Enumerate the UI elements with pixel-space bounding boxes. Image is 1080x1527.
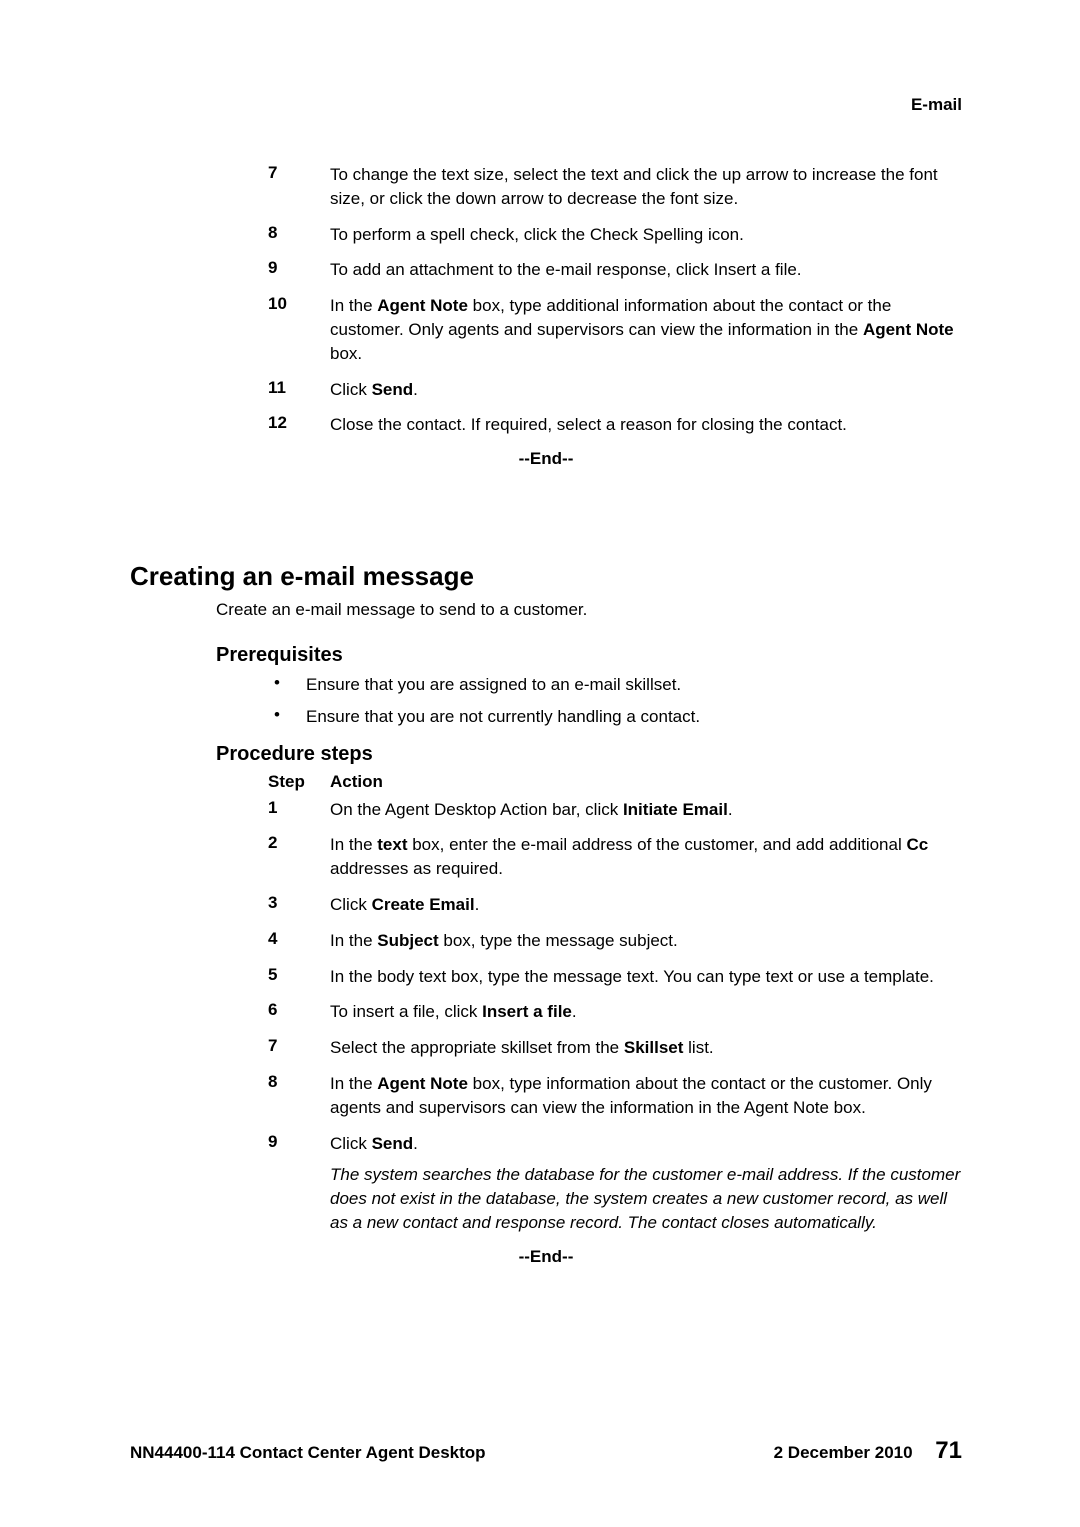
step-row: 6 To insert a file, click Insert a file. xyxy=(268,1000,962,1024)
step-text: To perform a spell check, click the Chec… xyxy=(330,223,744,247)
step-text: Click Create Email. xyxy=(330,893,479,917)
step-text: In the Agent Note box, type additional i… xyxy=(330,294,962,365)
continued-steps-list: 7 To change the text size, select the te… xyxy=(130,163,962,437)
step-number: 2 xyxy=(268,833,330,881)
step-number: 8 xyxy=(268,223,330,247)
step-number: 1 xyxy=(268,798,330,822)
step-text: In the Agent Note box, type information … xyxy=(330,1072,962,1120)
step-text: Click Send.The system searches the datab… xyxy=(330,1132,962,1235)
step-row: 9 To add an attachment to the e-mail res… xyxy=(268,258,962,282)
step-number: 9 xyxy=(268,258,330,282)
step-row: 2 In the text box, enter the e-mail addr… xyxy=(268,833,962,881)
step-text: In the text box, enter the e-mail addres… xyxy=(330,833,962,881)
procedure-heading: Procedure steps xyxy=(216,743,962,766)
step-row: 3 Click Create Email. xyxy=(268,893,962,917)
section-heading: Creating an e-mail message xyxy=(130,561,962,592)
step-number: 10 xyxy=(268,294,330,365)
step-row: 12 Close the contact. If required, selec… xyxy=(268,413,962,437)
page-footer: NN44400-114 Contact Center Agent Desktop… xyxy=(130,1437,962,1465)
end-marker: --End-- xyxy=(130,1247,962,1267)
step-row: 7 Select the appropriate skillset from t… xyxy=(268,1036,962,1060)
list-item: • Ensure that you are not currently hand… xyxy=(268,705,962,729)
prerequisites-heading: Prerequisites xyxy=(216,644,962,667)
list-item: • Ensure that you are assigned to an e-m… xyxy=(268,673,962,697)
footer-doc-title: NN44400-114 Contact Center Agent Desktop xyxy=(130,1443,486,1463)
step-number: 7 xyxy=(268,1036,330,1060)
step-text: On the Agent Desktop Action bar, click I… xyxy=(330,798,733,822)
bullet-icon: • xyxy=(268,673,306,697)
step-text: Close the contact. If required, select a… xyxy=(330,413,847,437)
step-number: 6 xyxy=(268,1000,330,1024)
step-row: 8 To perform a spell check, click the Ch… xyxy=(268,223,962,247)
step-text: Click Send. xyxy=(330,378,418,402)
step-number: 4 xyxy=(268,929,330,953)
footer-date: 2 December 2010 xyxy=(774,1443,913,1462)
step-text: In the Subject box, type the message sub… xyxy=(330,929,678,953)
footer-right: 2 December 2010 71 xyxy=(774,1437,962,1465)
step-number: 9 xyxy=(268,1132,330,1235)
step-header-action-label: Action xyxy=(330,772,383,792)
prerequisites-list: • Ensure that you are assigned to an e-m… xyxy=(130,673,962,729)
end-marker: --End-- xyxy=(130,449,962,469)
step-row: 10 In the Agent Note box, type additiona… xyxy=(268,294,962,365)
step-number: 11 xyxy=(268,378,330,402)
step-text: To insert a file, click Insert a file. xyxy=(330,1000,577,1024)
step-header-step-label: Step xyxy=(268,772,330,792)
step-number: 5 xyxy=(268,965,330,989)
step-number: 7 xyxy=(268,163,330,211)
bullet-icon: • xyxy=(268,705,306,729)
step-row: 11 Click Send. xyxy=(268,378,962,402)
step-row: 5 In the body text box, type the message… xyxy=(268,965,962,989)
step-row: 8 In the Agent Note box, type informatio… xyxy=(268,1072,962,1120)
step-text: In the body text box, type the message t… xyxy=(330,965,934,989)
step-number: 8 xyxy=(268,1072,330,1120)
step-number: 3 xyxy=(268,893,330,917)
list-item-text: Ensure that you are not currently handli… xyxy=(306,705,700,729)
procedure-step-header: Step Action xyxy=(130,772,962,792)
section-intro: Create an e-mail message to send to a cu… xyxy=(130,598,962,622)
step-row: 1 On the Agent Desktop Action bar, click… xyxy=(268,798,962,822)
step-row: 7 To change the text size, select the te… xyxy=(268,163,962,211)
procedure-steps-list: 1 On the Agent Desktop Action bar, click… xyxy=(130,798,962,1235)
header-section-label: E-mail xyxy=(130,95,962,115)
step-text: To add an attachment to the e-mail respo… xyxy=(330,258,802,282)
step-number: 12 xyxy=(268,413,330,437)
step-row: 4 In the Subject box, type the message s… xyxy=(268,929,962,953)
step-text: To change the text size, select the text… xyxy=(330,163,962,211)
footer-page-number: 71 xyxy=(935,1437,962,1464)
step-text: Select the appropriate skillset from the… xyxy=(330,1036,714,1060)
list-item-text: Ensure that you are assigned to an e-mai… xyxy=(306,673,681,697)
step-row: 9 Click Send.The system searches the dat… xyxy=(268,1132,962,1235)
